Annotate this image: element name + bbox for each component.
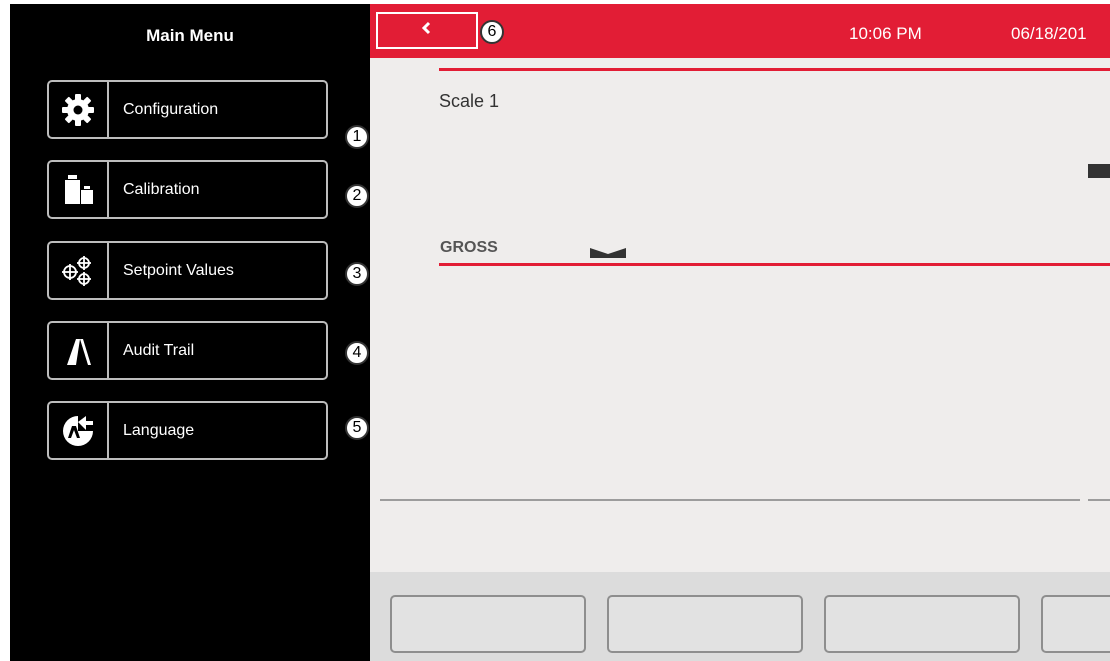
weights-icon (49, 162, 109, 217)
softkey-3[interactable] (824, 595, 1020, 653)
bowtie-icon (590, 245, 626, 263)
audit-trail-label: Audit Trail (123, 341, 195, 359)
main-menu-title: Main Menu (146, 26, 234, 45)
softkey-1[interactable] (390, 595, 586, 653)
main-menu-sidebar: Main Menu Configuration Calibration Setp… (10, 4, 370, 661)
softkey-2[interactable] (607, 595, 803, 653)
header-divider (439, 68, 1110, 71)
callout-3: 3 (345, 262, 369, 286)
callout-6: 6 (480, 20, 504, 44)
callout-1: 1 (345, 125, 369, 149)
weight-indicator (1088, 164, 1110, 178)
bottom-divider-right (1088, 499, 1110, 501)
configuration-label: Configuration (123, 100, 219, 118)
callout-2: 2 (345, 184, 369, 208)
setpoints-icon (49, 243, 109, 298)
gear-icon (49, 82, 109, 137)
language-label: Language (123, 421, 195, 439)
language-icon (49, 403, 109, 458)
callout-5: 5 (345, 416, 369, 440)
softkey-bar (370, 572, 1110, 661)
clock-time: 10:06 PM (849, 24, 922, 43)
gross-mode-label: GROSS (440, 239, 498, 256)
configuration-button[interactable]: Configuration (47, 80, 328, 139)
home-screen: 6 10:06 PM 06/18/201 Scale 1 GROSS (370, 4, 1110, 661)
calibration-label: Calibration (123, 180, 200, 198)
clock-date: 06/18/201 (1011, 24, 1087, 43)
back-button[interactable] (376, 12, 478, 49)
chevron-left-icon (421, 21, 433, 40)
bottom-divider-left (380, 499, 1080, 501)
audit-trail-button[interactable]: Audit Trail (47, 321, 328, 380)
setpoint-values-label: Setpoint Values (123, 261, 234, 279)
gross-divider (439, 263, 1110, 266)
top-bar: 6 10:06 PM 06/18/201 (370, 4, 1110, 58)
calibration-button[interactable]: Calibration (47, 160, 328, 219)
softkey-4[interactable] (1041, 595, 1110, 653)
audit-trail-icon (49, 323, 109, 378)
setpoint-values-button[interactable]: Setpoint Values (47, 241, 328, 300)
callout-4: 4 (345, 341, 369, 365)
language-button[interactable]: Language (47, 401, 328, 460)
scale-name: Scale 1 (439, 91, 500, 111)
